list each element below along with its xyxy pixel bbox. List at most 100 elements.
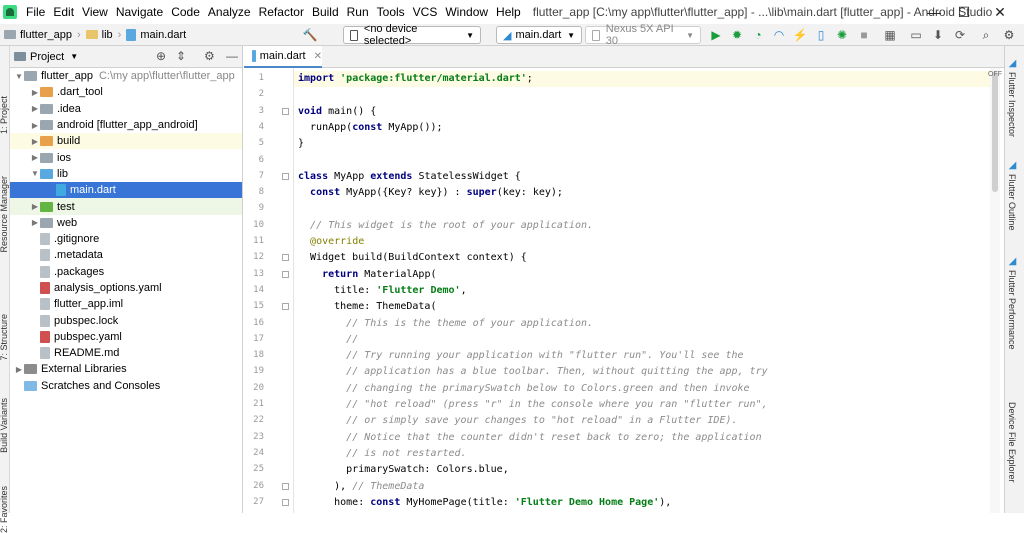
tree-item[interactable]: flutter_app.iml <box>10 296 242 312</box>
tree-item[interactable]: ▶ ios <box>10 149 242 165</box>
breadcrumb-file[interactable]: main.dart <box>140 29 186 41</box>
tree-item[interactable]: ▼ flutter_app C:\my app\flutter\flutter_ap… <box>10 68 242 84</box>
menu-item-window[interactable]: Window <box>441 0 492 24</box>
code-line[interactable]: home: const MyHomePage(title: 'Flutter D… <box>298 495 671 511</box>
collapsed-arrow-icon[interactable]: ▶ <box>30 104 40 113</box>
project-structure-icon[interactable]: ▦ <box>882 27 898 43</box>
tree-item[interactable]: ▶ test <box>10 198 242 215</box>
settings-icon[interactable]: ⚙ <box>1001 27 1017 43</box>
resource-manager-tab[interactable]: Resource Manager <box>0 176 9 253</box>
menu-item-run[interactable]: Run <box>343 0 373 24</box>
menu-item-view[interactable]: View <box>78 0 112 24</box>
sdk-manager-icon[interactable]: ⬇ <box>930 27 946 43</box>
collapsed-arrow-icon[interactable]: ▶ <box>30 121 40 130</box>
tree-item[interactable]: ▶ .idea <box>10 101 242 117</box>
breadcrumb-project[interactable]: flutter_app <box>20 29 72 41</box>
code-line[interactable]: return MaterialApp( <box>298 267 436 283</box>
code-line[interactable]: const MyApp({Key? key}) : super(key: key… <box>298 185 563 201</box>
code-line[interactable]: ), // ThemeData <box>298 479 424 495</box>
tree-item[interactable]: ▶ .dart_tool <box>10 84 242 100</box>
code-line[interactable]: // This widget is the root of your appli… <box>298 218 593 234</box>
code-line[interactable]: } <box>298 136 304 152</box>
tree-item[interactable]: pubspec.yaml <box>10 329 242 345</box>
flutter-outline-tab[interactable]: Flutter Outline <box>1007 174 1017 231</box>
code-line[interactable]: // or simply save your changes to "hot r… <box>298 413 737 429</box>
code-line[interactable]: import 'package:flutter/material.dart'; <box>294 71 995 88</box>
hammer-icon[interactable]: 🔨 <box>302 27 318 43</box>
tab-main-dart[interactable]: main.dart ✕ <box>244 46 322 68</box>
fold-marker-icon[interactable] <box>282 303 289 311</box>
collapsed-arrow-icon[interactable]: ▶ <box>30 137 40 146</box>
menu-item-navigate[interactable]: Navigate <box>112 0 167 24</box>
tree-item[interactable]: pubspec.lock <box>10 312 242 328</box>
code-line[interactable]: // Try running your application with "fl… <box>298 348 743 364</box>
menu-item-edit[interactable]: Edit <box>49 0 78 24</box>
breadcrumb-folder[interactable]: lib <box>102 29 113 41</box>
coverage-icon[interactable]: ◔ <box>750 27 766 43</box>
fold-marker-icon[interactable] <box>282 498 289 506</box>
device-file-explorer-tab[interactable]: Device File Explorer <box>1007 402 1017 483</box>
scrollbar-thumb[interactable] <box>992 72 998 192</box>
fold-marker-icon[interactable] <box>282 172 289 180</box>
tree-item[interactable]: README.md <box>10 345 242 361</box>
tree-item[interactable]: .gitignore <box>10 231 242 247</box>
tree-item[interactable]: main.dart <box>10 182 242 199</box>
debug-icon[interactable]: ✹ <box>729 27 745 43</box>
structure-tab[interactable]: 7: Structure <box>0 314 9 361</box>
expanded-arrow-icon[interactable]: ▼ <box>30 169 40 178</box>
menu-item-analyze[interactable]: Analyze <box>204 0 255 24</box>
tree-item[interactable]: ▼ lib <box>10 166 242 182</box>
device-selector[interactable]: <no device selected> ▼ <box>343 23 481 47</box>
tree-item[interactable]: analysis_options.yaml <box>10 280 242 296</box>
editor-scrollbar[interactable] <box>990 68 1000 513</box>
tree-item[interactable]: ▶ External Libraries <box>10 361 242 377</box>
code-line[interactable]: // application has a blue toolbar. Then,… <box>298 364 767 380</box>
code-line[interactable]: primarySwatch: Colors.blue, <box>298 462 509 478</box>
menu-item-build[interactable]: Build <box>308 0 343 24</box>
code-line[interactable]: // Notice that the counter didn't reset … <box>298 430 761 446</box>
menu-item-vcs[interactable]: VCS <box>409 0 442 24</box>
close-window-button[interactable]: ✕ <box>982 0 1018 24</box>
code-line[interactable]: // This is the theme of your application… <box>298 316 593 332</box>
close-tab-icon[interactable]: ✕ <box>314 51 322 62</box>
flutter-inspector-tab[interactable]: Flutter Inspector <box>1007 72 1017 137</box>
code-line[interactable]: title: 'Flutter Demo', <box>298 283 467 299</box>
collapse-all-icon[interactable]: ⇕ <box>176 49 186 63</box>
device-manager-icon[interactable]: ▯ <box>813 27 829 43</box>
tree-item[interactable]: .packages <box>10 264 242 280</box>
stop-icon[interactable]: ■ <box>856 27 872 43</box>
tree-item[interactable]: ▶ android [flutter_app_android] <box>10 117 242 133</box>
search-icon[interactable]: ⌕ <box>978 27 994 43</box>
hot-reload-icon[interactable]: ⚡ <box>792 27 808 43</box>
sync-icon[interactable]: ⟳ <box>952 27 968 43</box>
project-panel-title[interactable]: Project <box>30 51 64 63</box>
code-area[interactable]: import 'package:flutter/material.dart'; v… <box>294 68 995 513</box>
code-line[interactable]: runApp(const MyApp()); <box>298 120 442 136</box>
code-line[interactable]: Widget build(BuildContext context) { <box>298 250 527 266</box>
code-line[interactable]: @override <box>298 234 364 250</box>
fold-marker-icon[interactable] <box>282 482 289 490</box>
favorites-tab[interactable]: 2: Favorites <box>0 486 9 533</box>
maximize-button[interactable]: ☐ <box>946 0 982 24</box>
gear-icon[interactable]: ⚙ <box>204 49 215 63</box>
collapsed-arrow-icon[interactable]: ▶ <box>30 218 40 227</box>
collapsed-arrow-icon[interactable]: ▶ <box>30 88 40 97</box>
code-line[interactable]: // <box>298 332 358 348</box>
menu-item-code[interactable]: Code <box>167 0 204 24</box>
hide-panel-icon[interactable]: — <box>226 49 238 63</box>
run-icon[interactable]: ▶ <box>708 27 724 43</box>
collapsed-arrow-icon[interactable]: ▶ <box>14 365 24 374</box>
tree-item[interactable]: ▶ web <box>10 215 242 231</box>
run-config-selector[interactable]: ◢ main.dart ▼ <box>496 26 582 44</box>
menu-item-refactor[interactable]: Refactor <box>255 0 308 24</box>
attach-debugger-icon[interactable]: ✺ <box>834 27 850 43</box>
collapsed-arrow-icon[interactable]: ▶ <box>30 202 40 211</box>
profile-icon[interactable]: ◠ <box>771 27 787 43</box>
flutter-performance-tab[interactable]: Flutter Performance <box>1007 270 1017 350</box>
project-tool-tab[interactable]: 1: Project <box>0 96 9 134</box>
menu-item-tools[interactable]: Tools <box>373 0 409 24</box>
locate-icon[interactable]: ⊕ <box>156 49 166 63</box>
tree-item[interactable]: ▶ build <box>10 133 242 150</box>
collapsed-arrow-icon[interactable]: ▶ <box>30 153 40 162</box>
menu-item-help[interactable]: Help <box>492 0 525 24</box>
